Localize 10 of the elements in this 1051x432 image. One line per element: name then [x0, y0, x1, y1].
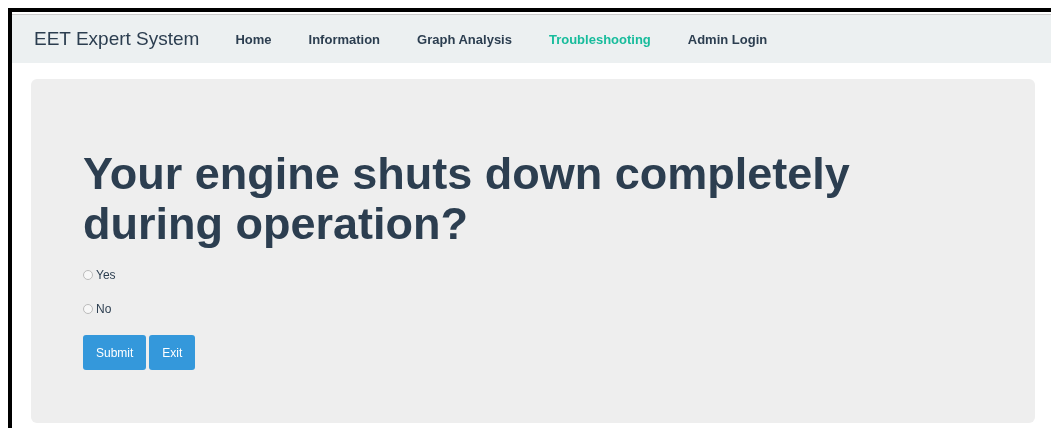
nav-link[interactable]: Graph Analysis [417, 31, 512, 47]
option-label[interactable]: Yes [96, 268, 116, 282]
radio-button[interactable] [83, 270, 93, 280]
brand-title[interactable]: EET Expert System [34, 28, 200, 50]
question-heading: Your engine shuts down completely during operation? [83, 149, 851, 249]
nav-link[interactable]: Information [308, 31, 381, 47]
radio-button[interactable] [83, 304, 93, 314]
nav-link[interactable]: Home [235, 31, 272, 47]
option-label[interactable]: No [96, 302, 112, 316]
nav-link[interactable]: Admin Login [687, 31, 768, 47]
